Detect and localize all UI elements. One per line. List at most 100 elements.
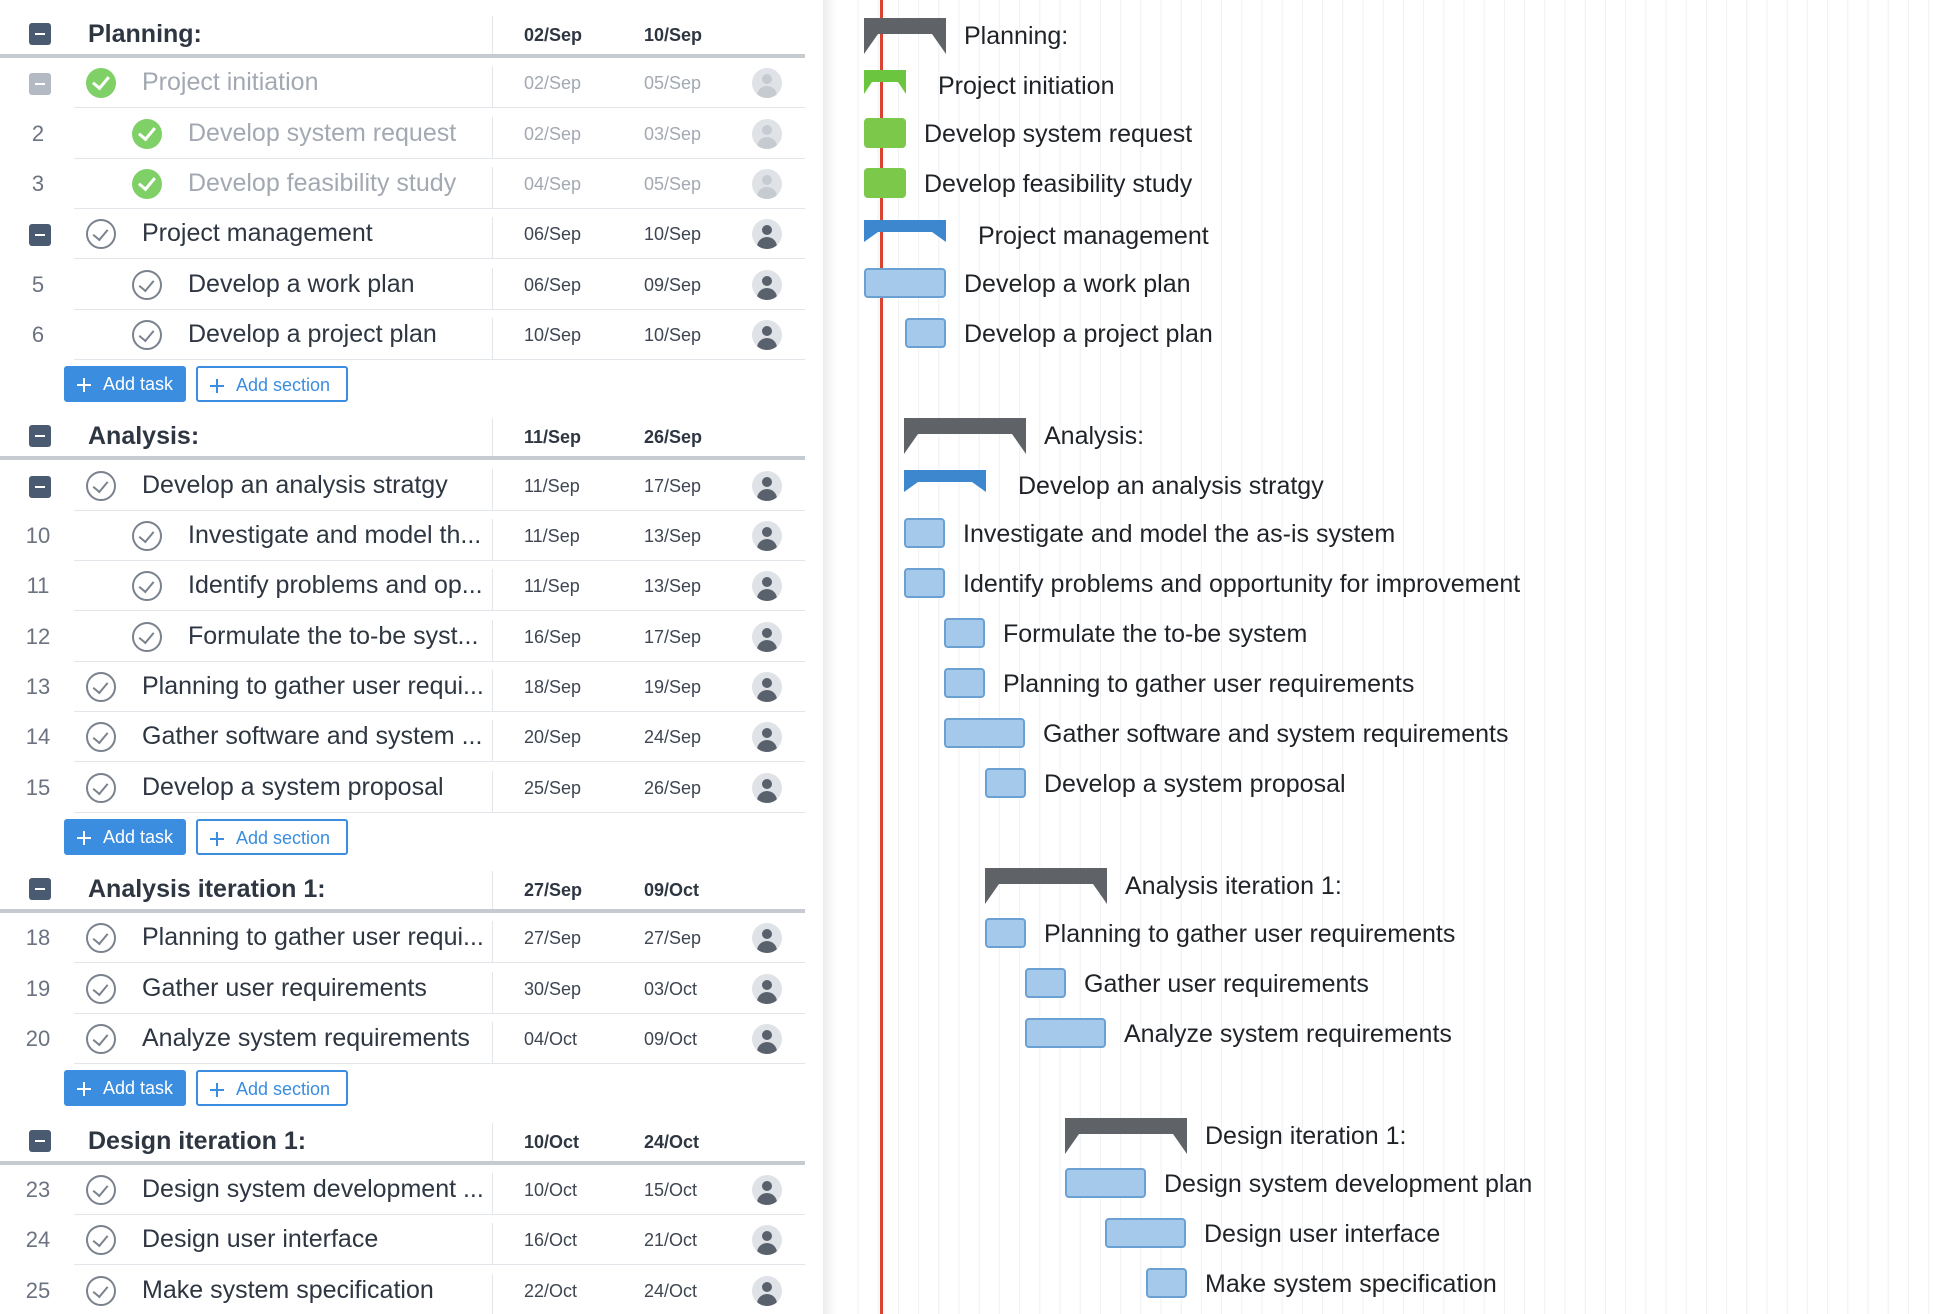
section-name[interactable]: Planning: (88, 20, 483, 49)
task-bar[interactable] (985, 918, 1026, 948)
assignee-avatar-icon[interactable] (752, 168, 782, 199)
complete-task-checkbox[interactable] (132, 571, 162, 602)
task-name[interactable]: Gather software and system ... (142, 722, 492, 751)
task-row[interactable]: 15 Develop a system proposal 25/Sep 26/Sep (0, 763, 805, 813)
section-name[interactable]: Analysis iteration 1: (88, 875, 483, 904)
complete-task-checkbox[interactable] (86, 1024, 116, 1054)
collapse-task-button[interactable] (29, 73, 51, 96)
task-row[interactable]: 11 Identify problems and op... 11/Sep 13/Se… (0, 561, 805, 612)
collapse-section-button[interactable] (29, 1129, 51, 1152)
assignee-avatar-icon[interactable] (752, 269, 782, 300)
complete-task-checkbox[interactable] (86, 1275, 116, 1306)
assignee-avatar-icon[interactable] (752, 219, 782, 250)
assignee-avatar-icon[interactable] (752, 923, 782, 954)
task-row[interactable]: 20 Analyze system requirements 04/Oct 09/Oc… (0, 1014, 805, 1064)
add-task-button[interactable]: Add task (64, 1070, 186, 1107)
task-bar[interactable] (1025, 968, 1066, 998)
section-summary-bar[interactable] (985, 868, 1107, 908)
task-name[interactable]: Design user interface (142, 1225, 492, 1254)
section-summary-bar[interactable] (864, 18, 946, 58)
task-row[interactable]: Project management 06/Sep 10/Sep (0, 209, 805, 260)
add-section-button[interactable]: Add section (196, 1070, 348, 1107)
collapse-section-button[interactable] (29, 425, 51, 448)
task-row[interactable]: 19 Gather user requirements 30/Sep 03/Oct (0, 964, 805, 1014)
task-name[interactable]: Investigate and model th... (188, 521, 490, 550)
section-name[interactable]: Design iteration 1: (88, 1127, 483, 1156)
task-row[interactable]: 12 Formulate the to-be syst... 16/Sep 17/Se… (0, 612, 805, 662)
task-name[interactable]: Project management (142, 219, 492, 248)
task-name[interactable]: Make system specification (142, 1276, 492, 1305)
complete-task-checkbox[interactable] (132, 621, 162, 652)
complete-task-checkbox[interactable] (86, 671, 116, 702)
collapse-section-button[interactable] (29, 23, 51, 45)
task-name[interactable]: Project initiation (142, 68, 492, 97)
collapse-section-button[interactable] (29, 878, 51, 901)
completed-check-icon[interactable] (86, 68, 116, 99)
complete-task-checkbox[interactable] (132, 521, 162, 551)
task-name[interactable]: Design system development ... (142, 1175, 492, 1204)
task-row[interactable]: 13 Planning to gather user requi... 18/Sep… (0, 662, 805, 712)
task-bar[interactable] (1025, 1018, 1106, 1048)
assignee-avatar-icon[interactable] (752, 470, 782, 501)
task-bar[interactable] (1105, 1218, 1186, 1248)
assignee-avatar-icon[interactable] (752, 621, 782, 652)
task-row[interactable]: Develop an analysis stratgy 11/Sep 17/Sep (0, 461, 805, 511)
task-name[interactable]: Develop an analysis stratgy (142, 471, 492, 500)
task-row[interactable]: 10 Investigate and model th... 11/Sep 13/Se… (0, 511, 805, 561)
complete-task-checkbox[interactable] (86, 470, 116, 501)
task-name[interactable]: Formulate the to-be syst... (188, 622, 490, 651)
task-row[interactable]: 24 Design user interface 16/Oct 21/Oct (0, 1215, 805, 1266)
task-bar[interactable] (944, 718, 1025, 748)
task-name[interactable]: Gather user requirements (142, 974, 492, 1003)
assignee-avatar-icon[interactable] (752, 319, 782, 350)
task-name[interactable]: Planning to gather user requi... (142, 923, 492, 952)
parent-task-bar[interactable] (864, 220, 946, 260)
task-row[interactable]: 23 Design system development ... 10/Oct 15/… (0, 1165, 805, 1215)
complete-task-checkbox[interactable] (132, 269, 162, 300)
assignee-avatar-icon[interactable] (752, 571, 782, 602)
assignee-avatar-icon[interactable] (752, 1275, 782, 1306)
completed-check-icon[interactable] (132, 118, 162, 149)
task-bar[interactable] (904, 568, 945, 598)
task-row[interactable]: 18 Planning to gather user requi... 27/Sep… (0, 913, 805, 964)
collapse-task-button[interactable] (29, 475, 51, 498)
add-task-button[interactable]: Add task (64, 366, 186, 403)
task-bar[interactable] (864, 168, 906, 198)
task-row[interactable]: 2 Develop system request 02/Sep 03/Sep (0, 109, 805, 159)
complete-task-checkbox[interactable] (86, 923, 116, 954)
completed-check-icon[interactable] (132, 168, 162, 199)
task-row[interactable]: 6 Develop a project plan 10/Sep 10/Sep (0, 310, 805, 360)
assignee-avatar-icon[interactable] (752, 1174, 782, 1205)
assignee-avatar-icon[interactable] (752, 1024, 782, 1054)
task-name[interactable]: Develop a project plan (188, 320, 490, 349)
task-name[interactable]: Planning to gather user requi... (142, 672, 492, 701)
task-row[interactable]: Project initiation 02/Sep 05/Sep (0, 58, 805, 109)
task-name[interactable]: Analyze system requirements (142, 1024, 492, 1053)
parent-task-bar[interactable] (904, 470, 986, 510)
parent-task-bar[interactable] (864, 70, 906, 110)
section-summary-bar[interactable] (1065, 1118, 1187, 1158)
complete-task-checkbox[interactable] (86, 973, 116, 1004)
task-bar[interactable] (864, 118, 906, 148)
task-bar[interactable] (904, 518, 945, 548)
task-row[interactable]: 5 Develop a work plan 06/Sep 09/Sep (0, 260, 805, 310)
complete-task-checkbox[interactable] (86, 1174, 116, 1205)
task-bar[interactable] (985, 768, 1026, 798)
section-summary-bar[interactable] (904, 418, 1026, 458)
assignee-avatar-icon[interactable] (752, 521, 782, 551)
task-bar[interactable] (1146, 1268, 1187, 1298)
assignee-avatar-icon[interactable] (752, 118, 782, 149)
add-section-button[interactable]: Add section (196, 818, 348, 855)
task-name[interactable]: Develop a work plan (188, 270, 490, 299)
assignee-avatar-icon[interactable] (752, 68, 782, 99)
task-bar[interactable] (1065, 1168, 1146, 1198)
task-row[interactable]: 25 Make system specification 22/Oct 24/Oct (0, 1266, 805, 1314)
assignee-avatar-icon[interactable] (752, 722, 782, 753)
task-bar[interactable] (944, 618, 985, 648)
complete-task-checkbox[interactable] (86, 219, 116, 250)
assignee-avatar-icon[interactable] (752, 671, 782, 702)
assignee-avatar-icon[interactable] (752, 772, 782, 803)
add-task-button[interactable]: Add task (64, 818, 186, 855)
task-name[interactable]: Develop feasibility study (188, 169, 490, 198)
add-section-button[interactable]: Add section (196, 366, 348, 403)
